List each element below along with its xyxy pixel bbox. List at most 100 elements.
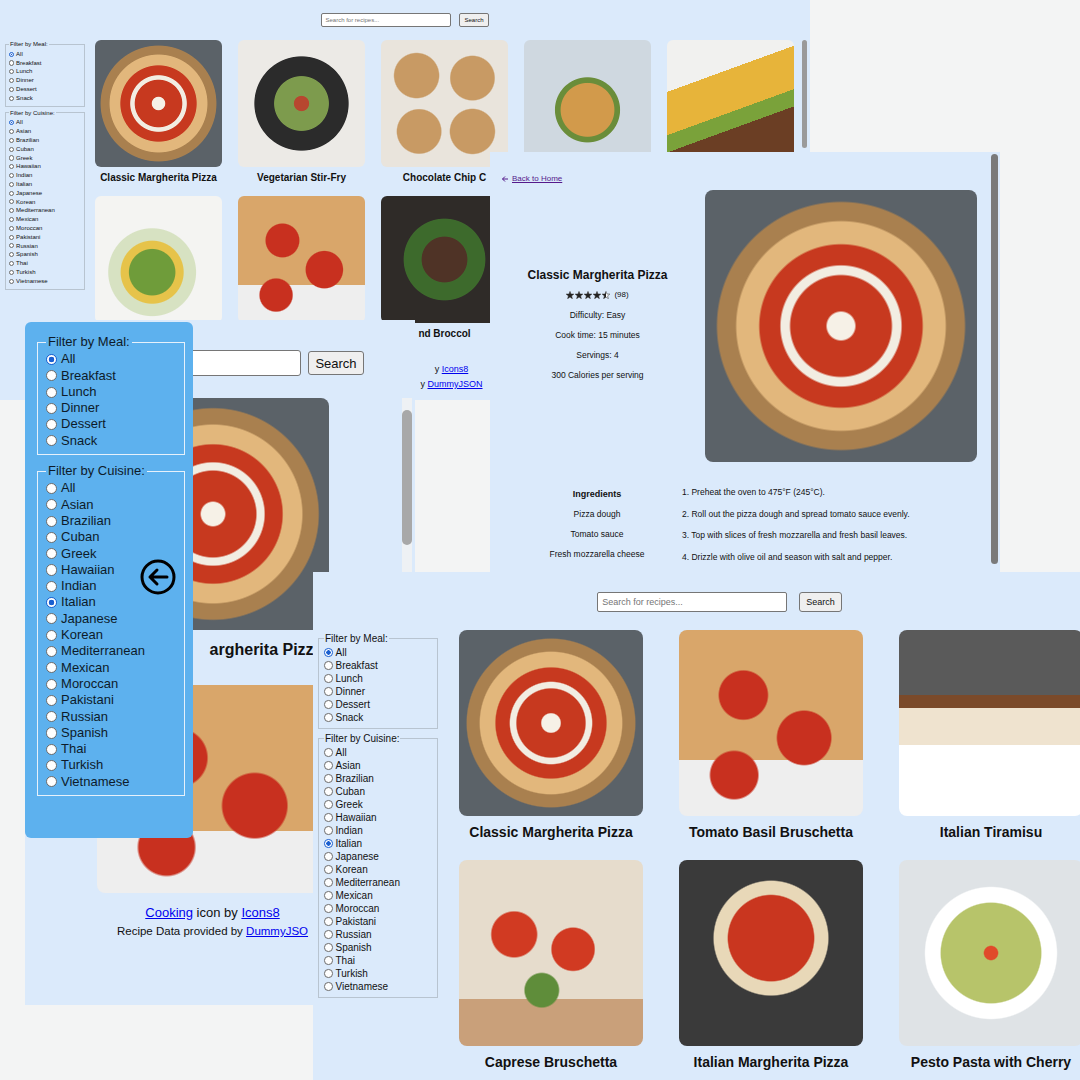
filter-option[interactable]: Dinner <box>46 400 176 416</box>
filter-option[interactable]: All <box>46 351 176 367</box>
recipe-card[interactable]: Classic Margherita Pizza <box>95 40 222 184</box>
filter-option[interactable]: All <box>9 50 81 59</box>
filter-option[interactable]: Dessert <box>324 698 432 711</box>
radio-button[interactable] <box>324 865 333 874</box>
filter-option[interactable]: Thai <box>9 259 81 268</box>
filter-option[interactable]: Italian <box>324 837 432 850</box>
filter-option[interactable]: Thai <box>46 741 176 757</box>
filter-option[interactable]: Vietnamese <box>9 277 81 286</box>
credit-link[interactable]: DummyJSON <box>428 379 483 389</box>
filter-option[interactable]: Japanese <box>9 189 81 198</box>
search-input[interactable] <box>321 13 451 27</box>
radio-button[interactable] <box>46 419 57 430</box>
radio-button[interactable] <box>46 516 57 527</box>
radio-button[interactable] <box>9 243 14 248</box>
filter-option[interactable]: Brazilian <box>46 513 176 529</box>
filter-option[interactable]: All <box>9 118 81 127</box>
filter-option[interactable]: Cuban <box>46 529 176 545</box>
scrollbar[interactable] <box>802 40 807 148</box>
filter-option[interactable]: Vietnamese <box>324 980 432 993</box>
search-button[interactable]: Search <box>308 351 363 375</box>
credit-link[interactable]: Cooking <box>145 905 193 920</box>
radio-button[interactable] <box>9 261 14 266</box>
radio-button[interactable] <box>46 711 57 722</box>
filter-option[interactable]: Hawaiian <box>9 162 81 171</box>
recipe-card[interactable]: Classic Margherita Pizza <box>459 630 643 849</box>
radio-button[interactable] <box>9 208 14 213</box>
radio-button[interactable] <box>324 930 333 939</box>
filter-option[interactable]: Cuban <box>9 145 81 154</box>
recipe-card[interactable]: Pesto Pasta with Cherry <box>899 860 1080 1079</box>
recipe-card[interactable] <box>238 196 365 340</box>
filter-option[interactable]: Italian <box>46 594 176 610</box>
filter-option[interactable]: Turkish <box>324 967 432 980</box>
filter-option[interactable]: Asian <box>324 759 432 772</box>
radio-button[interactable] <box>324 943 333 952</box>
radio-button[interactable] <box>324 813 333 822</box>
radio-button[interactable] <box>46 548 57 559</box>
radio-button[interactable] <box>9 252 14 257</box>
recipe-card[interactable]: Chocolate Chip C <box>381 40 508 184</box>
recipe-card[interactable]: Italian Tiramisu <box>899 630 1080 849</box>
recipe-card[interactable] <box>95 196 222 340</box>
radio-button[interactable] <box>324 661 333 670</box>
filter-option[interactable]: Korean <box>9 198 81 207</box>
radio-button[interactable] <box>46 370 57 381</box>
filter-option[interactable]: Russian <box>46 709 176 725</box>
filter-option[interactable]: Mediterranean <box>9 206 81 215</box>
radio-button[interactable] <box>9 270 14 275</box>
radio-button[interactable] <box>46 483 57 494</box>
radio-button[interactable] <box>9 217 14 222</box>
filter-option[interactable]: Dessert <box>46 416 176 432</box>
filter-option[interactable]: Snack <box>324 711 432 724</box>
recipe-card[interactable]: Italian Margherita Pizza <box>679 860 863 1079</box>
radio-button[interactable] <box>46 354 57 365</box>
radio-button[interactable] <box>324 917 333 926</box>
filter-option[interactable]: Korean <box>324 863 432 876</box>
filter-option[interactable]: Turkish <box>46 757 176 773</box>
filter-option[interactable]: Lunch <box>9 67 81 76</box>
radio-button[interactable] <box>324 648 333 657</box>
radio-button[interactable] <box>46 613 57 624</box>
radio-button[interactable] <box>46 532 57 543</box>
filter-option[interactable]: Thai <box>324 954 432 967</box>
filter-option[interactable]: Turkish <box>9 268 81 277</box>
filter-option[interactable]: Cuban <box>324 785 432 798</box>
filter-option[interactable]: All <box>324 746 432 759</box>
filter-option[interactable]: Italian <box>9 180 81 189</box>
filter-option[interactable]: Brazilian <box>9 136 81 145</box>
radio-button[interactable] <box>324 761 333 770</box>
radio-button[interactable] <box>46 387 57 398</box>
radio-button[interactable] <box>46 727 57 738</box>
filter-option[interactable]: Lunch <box>324 672 432 685</box>
radio-button[interactable] <box>9 96 14 101</box>
recipe-card[interactable]: Caprese Bruschetta <box>459 860 643 1079</box>
close-arrow-icon[interactable] <box>140 559 176 595</box>
filter-option[interactable]: Russian <box>324 928 432 941</box>
filter-option[interactable]: Indian <box>324 824 432 837</box>
filter-option[interactable]: Mediterranean <box>46 643 176 659</box>
radio-button[interactable] <box>46 695 57 706</box>
filter-option[interactable]: Snack <box>9 94 81 103</box>
radio-button[interactable] <box>46 662 57 673</box>
radio-button[interactable] <box>46 403 57 414</box>
recipe-card[interactable]: Tomato Basil Bruschetta <box>679 630 863 849</box>
filter-option[interactable]: Asian <box>9 127 81 136</box>
filter-option[interactable]: Korean <box>46 627 176 643</box>
filter-option[interactable]: Pakistani <box>9 233 81 242</box>
radio-button[interactable] <box>9 78 14 83</box>
filter-option[interactable]: Greek <box>46 546 176 562</box>
filter-option[interactable]: Mediterranean <box>324 876 432 889</box>
filter-option[interactable]: Breakfast <box>9 59 81 68</box>
radio-button[interactable] <box>9 60 14 65</box>
scrollbar[interactable] <box>991 154 998 564</box>
radio-button[interactable] <box>324 839 333 848</box>
radio-button[interactable] <box>9 173 14 178</box>
radio-button[interactable] <box>46 597 57 608</box>
radio-button[interactable] <box>46 646 57 657</box>
radio-button[interactable] <box>9 155 14 160</box>
radio-button[interactable] <box>46 630 57 641</box>
radio-button[interactable] <box>324 674 333 683</box>
radio-button[interactable] <box>324 891 333 900</box>
filter-option[interactable]: Moroccan <box>46 676 176 692</box>
